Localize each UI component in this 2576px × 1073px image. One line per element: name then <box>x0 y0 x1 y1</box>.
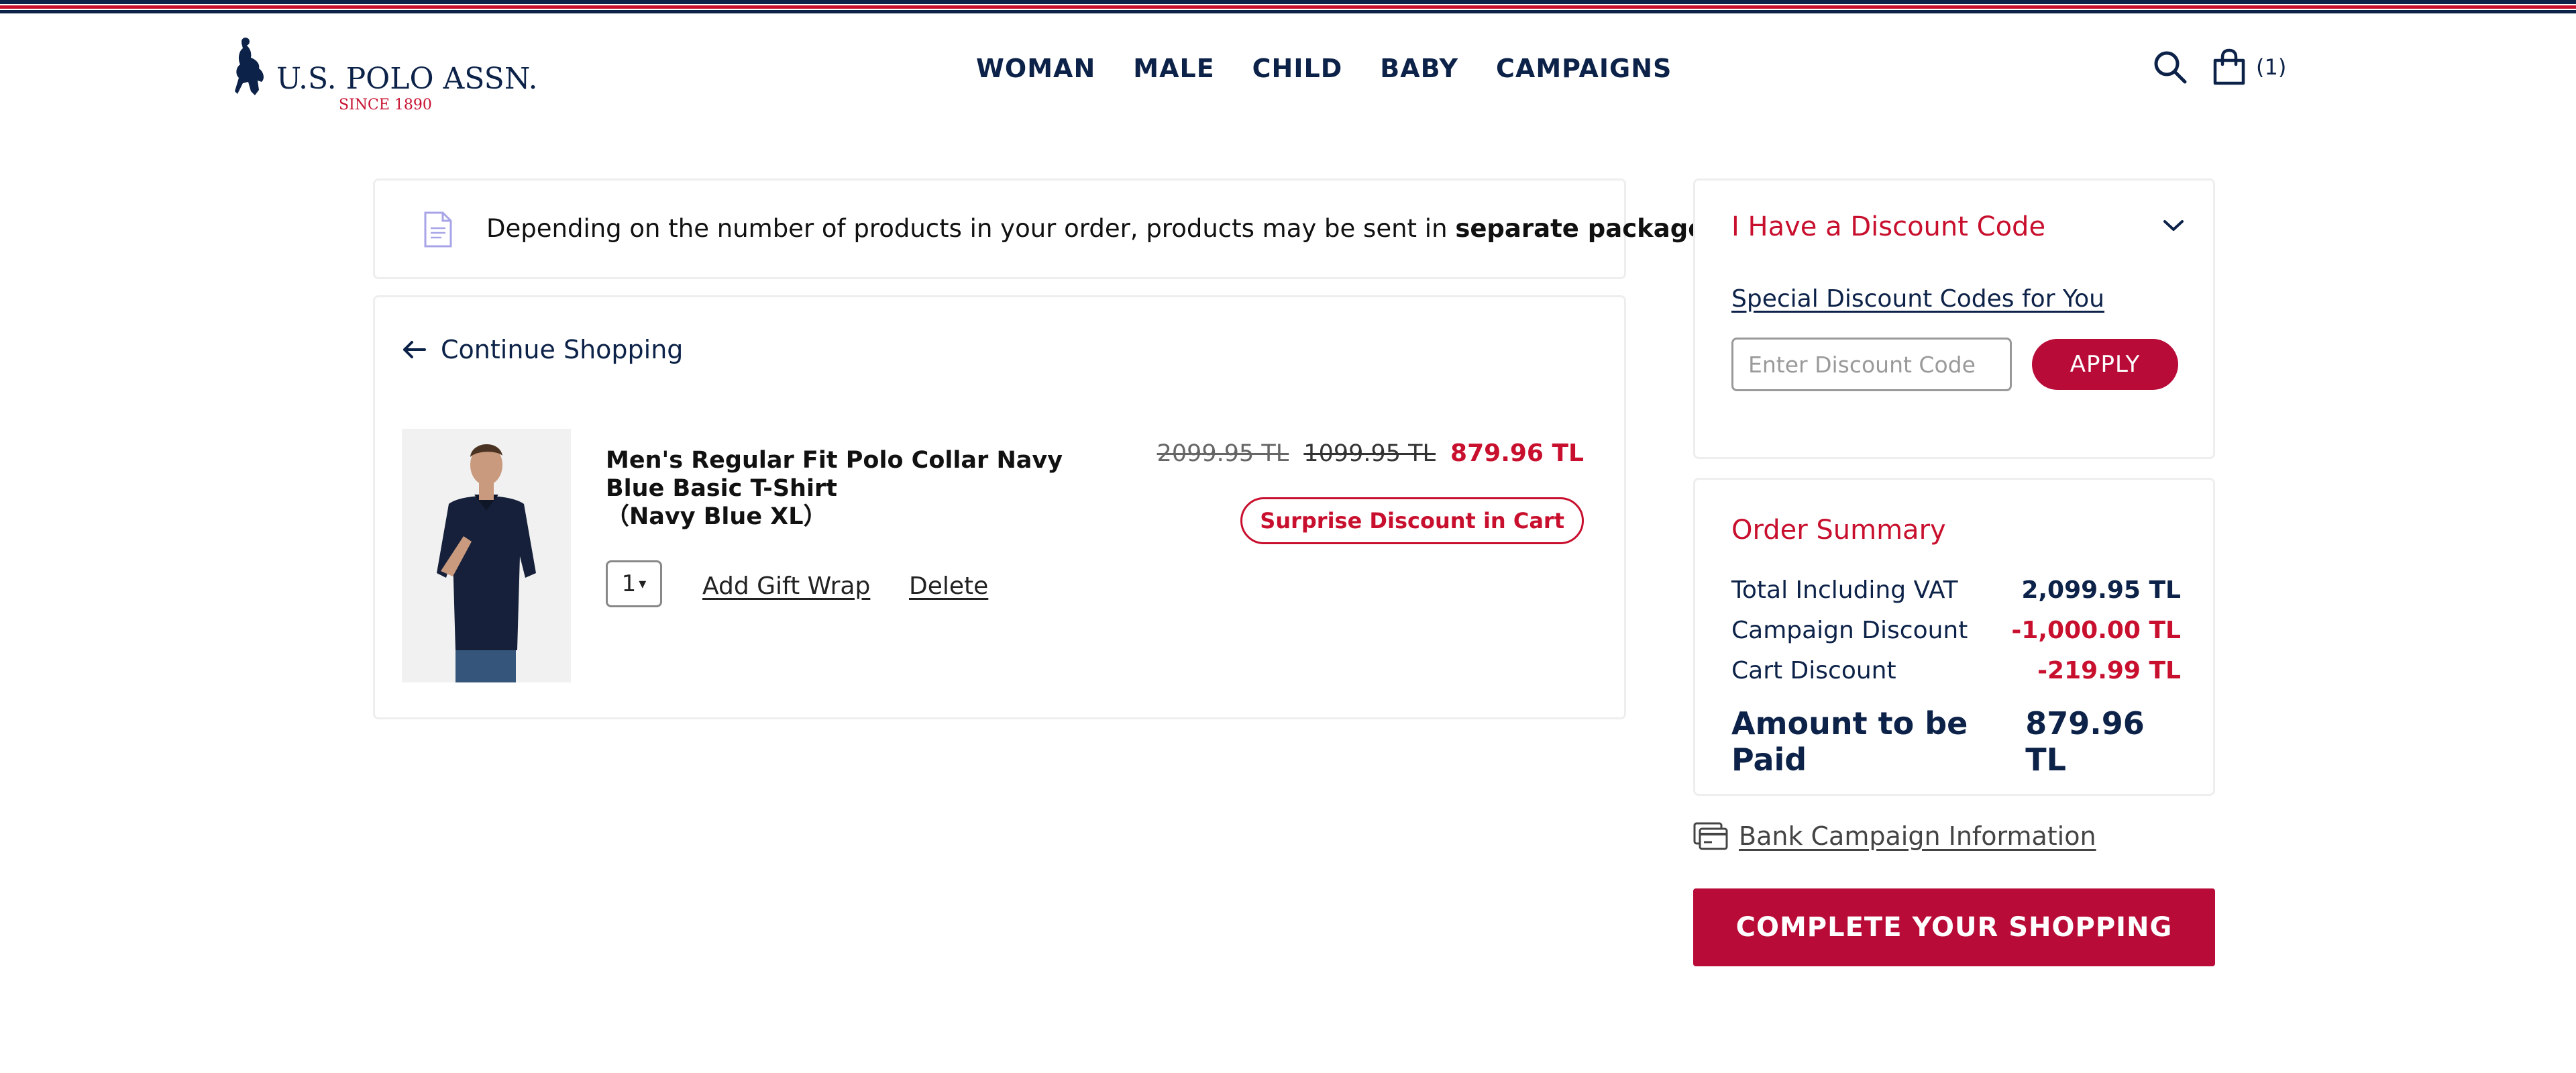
product-variant: （Navy Blue XL） <box>606 503 827 530</box>
nav-campaigns[interactable]: CAMPAIGNS <box>1496 54 1672 83</box>
price-campaign: 1099.95 TL <box>1303 440 1436 467</box>
continue-shopping-link[interactable]: Continue Shopping <box>402 335 683 364</box>
bank-campaign-link[interactable]: Bank Campaign Information <box>1693 821 2096 851</box>
site-header: U.S. POLO ASSN. SINCE 1890 WOMAN MALE CH… <box>0 15 2576 122</box>
brand-logo[interactable]: U.S. POLO ASSN. SINCE 1890 <box>228 34 538 113</box>
shipping-notice: Depending on the number of products in y… <box>373 178 1735 279</box>
nav-child[interactable]: CHILD <box>1252 54 1343 83</box>
brand-since: SINCE 1890 <box>339 97 432 113</box>
header-actions: (1) <box>2150 47 2286 87</box>
total-vat-value: 2,099.95 TL <box>2021 576 2181 604</box>
discount-code-input[interactable] <box>1731 338 2012 391</box>
price-original: 2099.95 TL <box>1157 440 1289 467</box>
summary-row: Campaign Discount -1,000.00 TL <box>1731 617 2181 644</box>
arrow-left-icon <box>403 341 426 358</box>
shopping-bag-icon[interactable] <box>2209 47 2249 87</box>
product-title[interactable]: Men's Regular Fit Polo Collar Navy Blue … <box>606 446 1075 531</box>
add-gift-wrap-link[interactable]: Add Gift Wrap <box>702 572 870 600</box>
notice-text: Depending on the number of products in y… <box>486 214 1735 243</box>
apply-button[interactable]: APPLY <box>2032 339 2178 390</box>
surprise-discount-badge: Surprise Discount in Cart <box>1240 497 1584 544</box>
discount-code-title[interactable]: I Have a Discount Code <box>1731 211 2045 242</box>
credit-card-icon <box>1693 822 1728 850</box>
nav-male[interactable]: MALE <box>1133 54 1214 83</box>
bank-campaign-label: Bank Campaign Information <box>1739 821 2096 851</box>
cart-panel: Continue Shopping Men's Regular Fit Polo… <box>373 295 1626 719</box>
amount-to-pay-value: 879.96 TL <box>2025 705 2145 778</box>
campaign-discount-value: -1,000.00 TL <box>2011 617 2181 644</box>
cart-count[interactable]: (1) <box>2256 54 2286 80</box>
price-final: 879.96 TL <box>1450 440 1584 467</box>
price-group: 2099.95 TL 1099.95 TL 879.96 TL <box>1157 440 1584 467</box>
brand-top-stripe <box>0 0 2576 15</box>
amount-to-pay-label: Amount to be Paid <box>1731 705 1968 778</box>
search-icon[interactable] <box>2150 47 2190 87</box>
quantity-select[interactable]: 1 ▾ <box>606 560 662 607</box>
quantity-value: 1 <box>621 570 637 597</box>
product-image[interactable] <box>402 429 571 682</box>
notice-emphasis: separate packages <box>1455 214 1720 243</box>
cart-discount-label: Cart Discount <box>1731 657 1896 684</box>
caret-down-icon: ▾ <box>639 575 647 593</box>
delete-item-link[interactable]: Delete <box>909 572 988 600</box>
polo-player-icon <box>233 36 264 95</box>
summary-row: Total Including VAT 2,099.95 TL <box>1731 576 2181 604</box>
continue-shopping-label: Continue Shopping <box>441 335 684 364</box>
brand-name: U.S. POLO ASSN. <box>276 62 538 96</box>
chevron-down-icon[interactable] <box>2162 218 2185 236</box>
campaign-discount-label: Campaign Discount <box>1731 617 1968 644</box>
total-vat-label: Total Including VAT <box>1731 576 1958 604</box>
document-icon <box>423 211 453 252</box>
amount-to-pay-row: Amount to be Paid 879.96 TL <box>1731 705 2181 778</box>
cart-discount-value: -219.99 TL <box>2037 657 2181 684</box>
nav-baby[interactable]: BABY <box>1380 54 1458 83</box>
complete-shopping-button[interactable]: COMPLETE YOUR SHOPPING <box>1693 888 2215 966</box>
summary-row: Cart Discount -219.99 TL <box>1731 657 2181 684</box>
main-nav: WOMAN MALE CHILD BABY CAMPAIGNS <box>976 54 1709 83</box>
nav-woman[interactable]: WOMAN <box>976 54 1095 83</box>
order-summary-panel: Order Summary Total Including VAT 2,099.… <box>1693 478 2215 796</box>
discount-code-panel: I Have a Discount Code Special Discount … <box>1693 178 2215 459</box>
special-discount-codes-link[interactable]: Special Discount Codes for You <box>1731 285 2104 313</box>
order-summary-title: Order Summary <box>1731 515 1946 546</box>
